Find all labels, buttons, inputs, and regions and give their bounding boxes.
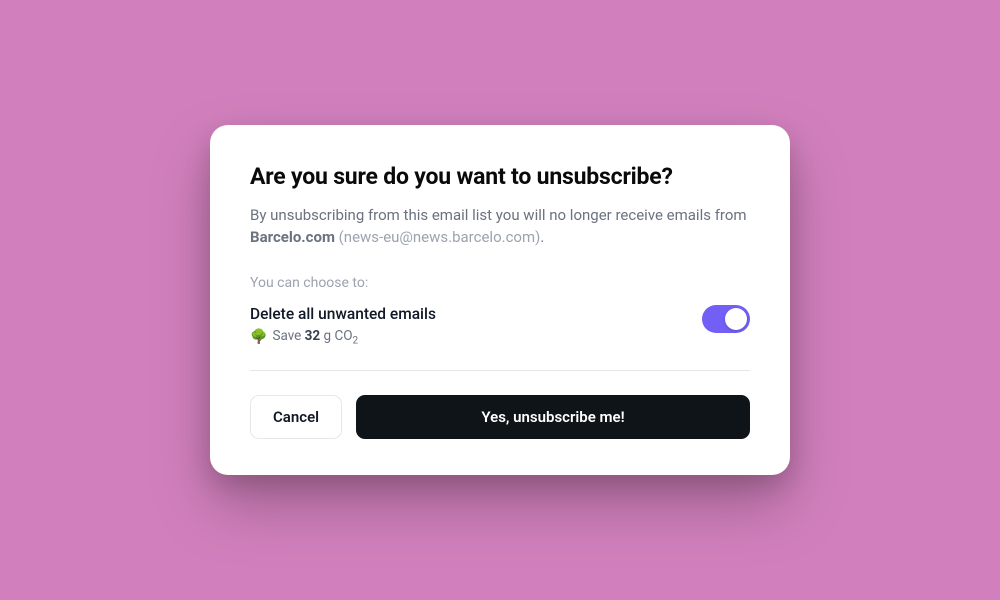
sender-name: Barcelo.com xyxy=(250,228,335,246)
modal-description: By unsubscribing from this email list yo… xyxy=(250,204,750,249)
option-subtitle: 🌳 Save 32 g CO2 xyxy=(250,328,702,347)
option-row: Delete all unwanted emails 🌳 Save 32 g C… xyxy=(250,305,750,372)
confirm-unsubscribe-button[interactable]: Yes, unsubscribe me! xyxy=(356,395,750,439)
save-prefix: Save xyxy=(272,328,304,344)
toggle-knob xyxy=(725,308,747,330)
option-text: Delete all unwanted emails 🌳 Save 32 g C… xyxy=(250,305,702,347)
description-prefix: By unsubscribing from this email list yo… xyxy=(250,206,747,224)
unsubscribe-modal: Are you sure do you want to unsubscribe?… xyxy=(210,125,790,476)
cancel-button[interactable]: Cancel xyxy=(250,395,342,439)
save-unit: g CO2 xyxy=(320,328,358,344)
delete-emails-toggle[interactable] xyxy=(702,305,750,333)
choose-label: You can choose to: xyxy=(250,275,750,291)
button-row: Cancel Yes, unsubscribe me! xyxy=(250,395,750,439)
save-value: 32 xyxy=(305,328,321,344)
save-text: Save 32 g CO2 xyxy=(272,328,358,347)
tree-icon: 🌳 xyxy=(250,329,267,345)
modal-title: Are you sure do you want to unsubscribe? xyxy=(250,163,750,190)
description-suffix: . xyxy=(540,228,544,246)
option-title: Delete all unwanted emails xyxy=(250,305,702,323)
sender-email: (news-eu@news.barcelo.com) xyxy=(335,228,540,246)
